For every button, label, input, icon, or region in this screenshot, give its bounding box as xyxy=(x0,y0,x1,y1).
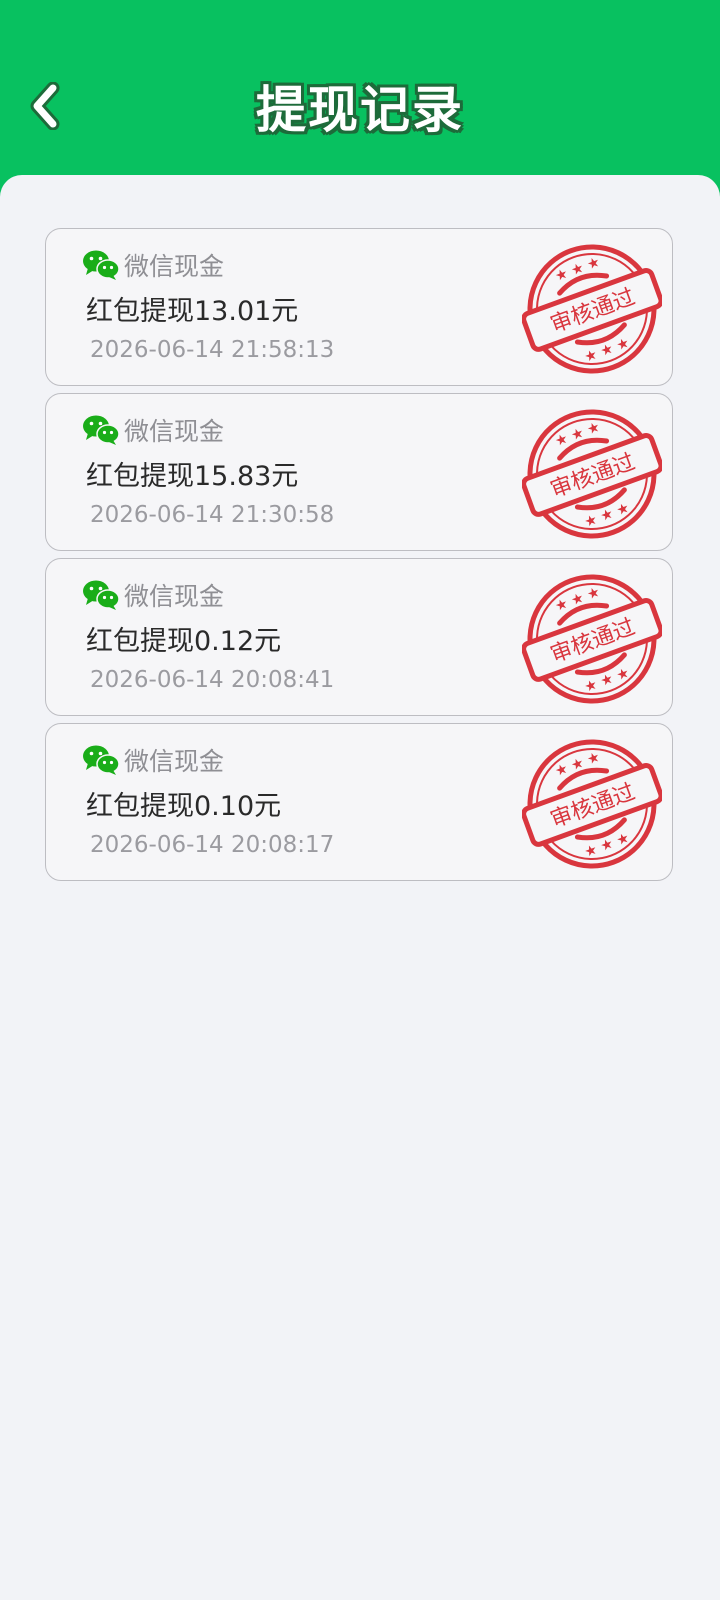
record-item[interactable]: 微信现金 红包提现0.12元 2026-06-14 20:08:41 ★ ★ ★… xyxy=(45,558,673,716)
wechat-icon xyxy=(83,415,120,445)
page-title: 提现记录 xyxy=(256,81,464,139)
record-type-label: 微信现金 xyxy=(124,747,225,776)
record-amount: 红包提现13.01元 xyxy=(86,296,299,327)
record-list: 微信现金 红包提现13.01元 2026-06-14 21:58:13 ★ ★ … xyxy=(0,175,720,1600)
record-type-label: 微信现金 xyxy=(124,417,225,446)
approved-stamp: ★ ★ ★ ★ ★ ★ 审核通过 xyxy=(522,739,662,869)
record-amount: 红包提现0.10元 xyxy=(86,791,282,822)
header-bar: 提现记录 xyxy=(0,0,720,200)
record-type: 微信现金 xyxy=(82,577,224,613)
record-type: 微信现金 xyxy=(82,247,224,283)
record-type-label: 微信现金 xyxy=(124,582,225,611)
record-type: 微信现金 xyxy=(82,742,224,778)
wechat-icon xyxy=(83,250,120,280)
wechat-icon xyxy=(83,745,120,775)
record-item[interactable]: 微信现金 红包提现0.10元 2026-06-14 20:08:17 ★ ★ ★… xyxy=(45,723,673,881)
record-type-label: 微信现金 xyxy=(124,252,225,281)
record-item[interactable]: 微信现金 红包提现13.01元 2026-06-14 21:58:13 ★ ★ … xyxy=(45,228,673,386)
approved-stamp: ★ ★ ★ ★ ★ ★ 审核通过 xyxy=(522,574,662,704)
record-amount: 红包提现15.83元 xyxy=(86,461,299,492)
record-item[interactable]: 微信现金 红包提现15.83元 2026-06-14 21:30:58 ★ ★ … xyxy=(45,393,673,551)
record-time: 2026-06-14 20:08:41 xyxy=(90,667,335,693)
record-time: 2026-06-14 20:08:17 xyxy=(90,832,335,858)
record-time: 2026-06-14 21:30:58 xyxy=(90,502,335,528)
record-amount: 红包提现0.12元 xyxy=(86,626,282,657)
record-type: 微信现金 xyxy=(82,412,224,448)
approved-stamp: ★ ★ ★ ★ ★ ★ 审核通过 xyxy=(522,409,662,539)
approved-stamp: ★ ★ ★ ★ ★ ★ 审核通过 xyxy=(522,244,662,374)
wechat-icon xyxy=(83,580,120,610)
record-time: 2026-06-14 21:58:13 xyxy=(90,337,335,363)
